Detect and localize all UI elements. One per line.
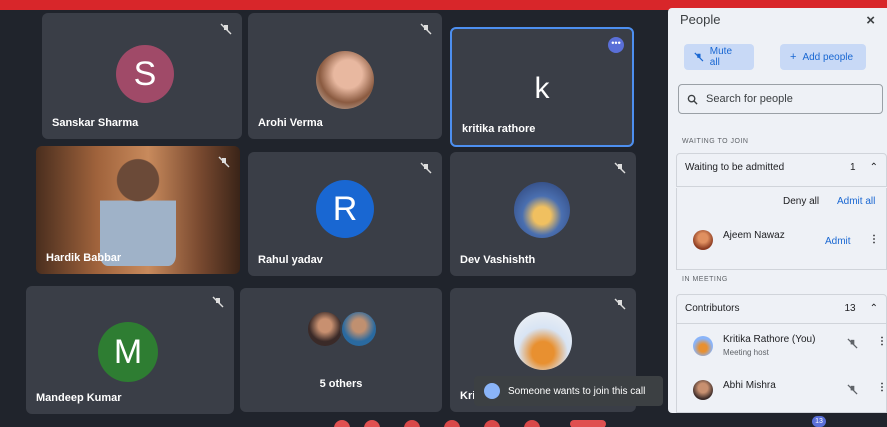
person-name: Kritika Rathore (You) (723, 334, 816, 345)
contributors-label: Contributors (685, 303, 740, 314)
participant-name: Kri (460, 390, 476, 402)
add-people-label: Add people (802, 51, 854, 63)
participant-count-badge[interactable]: 13 (812, 416, 826, 427)
waiting-count: 1 (850, 162, 856, 173)
deny-all-button[interactable]: Deny all (783, 196, 819, 207)
waiting-expander[interactable]: Waiting to be admitted 1 ⌃ (676, 153, 887, 187)
participant-tile[interactable]: Dev Vashishth (450, 152, 636, 276)
participant-video (100, 156, 176, 266)
participant-name: Sanskar Sharma (52, 117, 139, 129)
participant-name: Dev Vashishth (460, 254, 536, 266)
waiting-actions: Deny all Admit all Ajeem Nawaz Admit ⋮ (676, 188, 887, 270)
mic-off-icon (420, 23, 432, 35)
contributors-count: 13 (844, 303, 856, 314)
waiting-person-name: Ajeem Nawaz (723, 230, 785, 241)
chevron-up-icon: ⌃ (869, 162, 878, 173)
waiting-section-header: WAITING TO JOIN (682, 138, 749, 145)
avatar: R (316, 180, 374, 238)
participant-photo (340, 310, 378, 348)
mute-all-label: Mute all (709, 46, 733, 68)
search-icon (687, 94, 698, 105)
mic-off-icon (218, 156, 230, 168)
mic-off-icon (614, 162, 626, 174)
toast-text: Someone wants to join this call (508, 385, 646, 397)
participant-photo (306, 310, 344, 348)
others-tile[interactable]: 5 others (240, 288, 442, 412)
admit-button[interactable]: Admit (825, 236, 851, 247)
participant-photo (316, 51, 374, 109)
contributors-expander[interactable]: Contributors 13 ⌃ (676, 294, 887, 324)
person-role: Meeting host (723, 348, 769, 357)
participant-tile[interactable]: Arohi Verma (248, 13, 442, 139)
mic-off-icon (212, 296, 224, 308)
mic-off-icon[interactable] (847, 384, 858, 395)
more-vert-icon[interactable]: ⋮ (869, 234, 879, 245)
people-panel: People × Mute all + Add people Search fo… (668, 8, 887, 413)
avatar: M (98, 322, 158, 382)
person-name: Abhi Mishra (723, 380, 776, 391)
mic-off-icon[interactable] (847, 338, 858, 349)
more-vert-icon[interactable]: ⋮ (877, 336, 887, 347)
panel-title: People (680, 12, 721, 27)
in-meeting-section-header: IN MEETING (682, 276, 728, 283)
participant-name: Arohi Verma (258, 117, 323, 129)
avatar (693, 380, 713, 400)
participant-photo (514, 182, 570, 238)
participant-name: Rahul yadav (258, 254, 323, 266)
control-bar-partial (334, 420, 606, 427)
participant-list: Kritika Rathore (You) Meeting host ⋮ Abh… (676, 324, 887, 413)
avatar (693, 230, 713, 250)
add-person-icon: + (790, 51, 797, 63)
participant-tile[interactable]: R Rahul yadav (248, 152, 442, 276)
more-vert-icon[interactable]: ⋮ (877, 382, 887, 393)
requester-avatar (484, 383, 500, 399)
avatar: k (534, 72, 550, 105)
mic-off-icon (420, 162, 432, 174)
search-placeholder: Search for people (706, 93, 793, 105)
waiting-label: Waiting to be admitted (685, 162, 785, 173)
others-count: 5 others (319, 378, 363, 390)
mic-off-icon (694, 52, 704, 62)
participant-tile[interactable]: M Mandeep Kumar (26, 286, 234, 414)
search-input[interactable]: Search for people (678, 84, 883, 114)
add-people-button[interactable]: + Add people (780, 44, 866, 70)
avatar (693, 336, 713, 356)
participant-tile-speaking[interactable]: k ••• kritika rathore (450, 27, 634, 147)
join-request-toast[interactable]: Someone wants to join this call (474, 376, 663, 406)
mic-off-icon (220, 23, 232, 35)
participant-tile[interactable]: Hardik Babbar (36, 146, 240, 274)
chevron-up-icon: ⌃ (869, 303, 878, 314)
avatar: S (116, 45, 174, 103)
more-options-icon[interactable]: ••• (608, 37, 624, 53)
close-icon[interactable]: × (866, 12, 875, 29)
mic-off-icon (614, 298, 626, 310)
participant-name: Hardik Babbar (46, 252, 122, 264)
participant-name: kritika rathore (462, 123, 536, 135)
admit-all-button[interactable]: Admit all (837, 196, 875, 207)
participant-tile[interactable]: S Sanskar Sharma (42, 13, 242, 139)
mute-all-button[interactable]: Mute all (684, 44, 754, 70)
participant-name: Mandeep Kumar (36, 392, 122, 404)
participant-photo (514, 312, 572, 370)
